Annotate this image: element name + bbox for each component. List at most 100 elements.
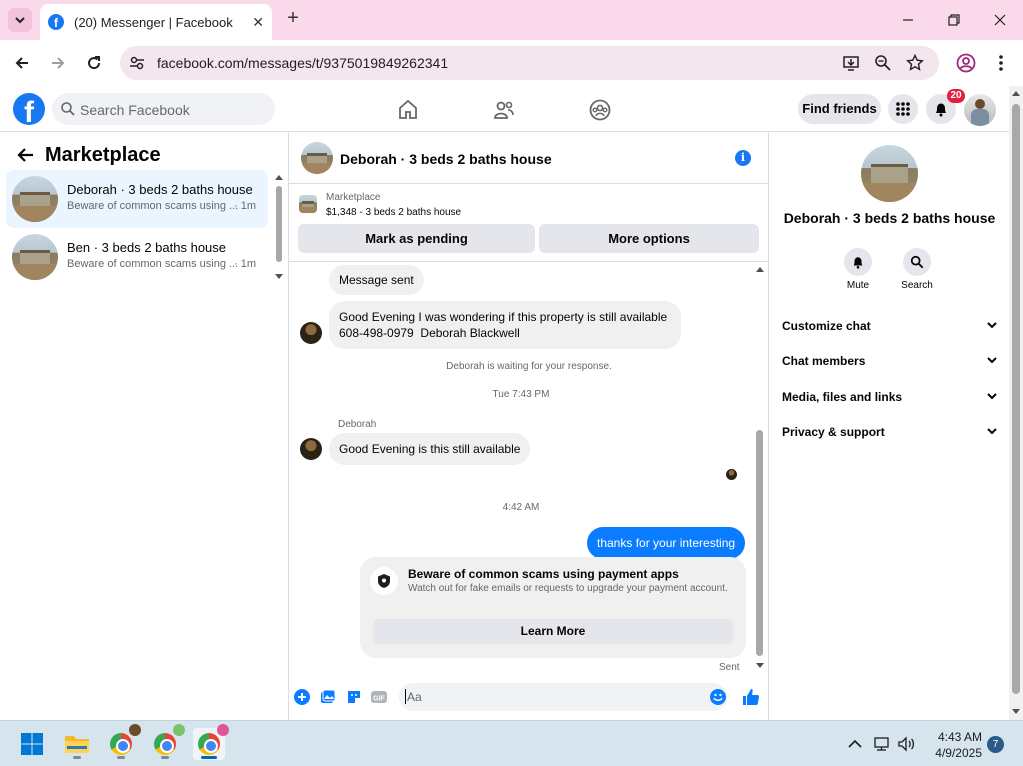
friends-icon[interactable] (492, 98, 516, 122)
mute-button[interactable]: Mute (838, 248, 878, 291)
file-explorer-button[interactable] (61, 728, 93, 760)
scam-warning-title: Beware of common scams using payment app… (408, 567, 679, 581)
chrome-profile-2-button[interactable] (149, 724, 185, 760)
learn-more-button[interactable]: Learn More (373, 619, 733, 644)
chevron-up-icon[interactable] (845, 734, 865, 754)
notification-center-badge[interactable]: 7 (987, 736, 1004, 753)
message-bubble[interactable]: Message sent (329, 265, 424, 295)
install-app-icon[interactable] (842, 54, 860, 72)
scroll-up-icon[interactable] (1012, 90, 1020, 96)
media-files-links-row[interactable]: Media, files and links (782, 384, 998, 410)
restore-button[interactable] (944, 10, 964, 30)
svg-text:GIF: GIF (373, 696, 385, 703)
forward-button[interactable] (47, 52, 69, 74)
site-settings-icon[interactable] (128, 54, 146, 72)
profile-badge (129, 724, 141, 736)
chat-title[interactable]: Deborah · 3 beds 2 baths house (340, 151, 552, 167)
chat-members-row[interactable]: Chat members (782, 348, 998, 374)
arrow-left-icon (15, 57, 28, 69)
message-bubble[interactable]: Good Evening is this still available (329, 433, 531, 465)
profile-icon[interactable] (956, 53, 976, 73)
conversation-list-scrollbar[interactable] (274, 174, 284, 280)
account-avatar[interactable] (964, 94, 996, 126)
tab-title: (20) Messenger | Facebook (74, 14, 233, 30)
scroll-up-icon[interactable] (275, 174, 283, 180)
privacy-support-row[interactable]: Privacy & support (782, 419, 998, 445)
photo-icon[interactable] (319, 688, 337, 706)
page-scrollbar[interactable] (1009, 86, 1023, 720)
search-conversation-button[interactable]: Search (897, 248, 937, 291)
menu-button[interactable] (888, 94, 918, 124)
chevron-down-icon (987, 428, 997, 435)
scroll-up-icon[interactable] (756, 266, 764, 272)
listing-description[interactable]: $1,348 - 3 beds 2 baths house (326, 207, 461, 218)
message-bubble-outgoing[interactable]: thanks for your interesting (587, 527, 746, 559)
browser-toolbar: facebook.com/messages/t/9375019849262341 (0, 40, 1023, 86)
conversation-item[interactable]: Deborah · 3 beds 2 baths house Beware of… (6, 170, 268, 228)
conversation-item[interactable]: Ben · 3 beds 2 baths house Beware of com… (6, 228, 268, 286)
emoji-icon[interactable] (710, 689, 726, 705)
message-scrollbar[interactable] (755, 266, 765, 670)
minimize-button[interactable] (898, 10, 918, 30)
sender-avatar[interactable] (300, 438, 322, 460)
minimize-icon (903, 19, 913, 21)
facebook-logo-icon[interactable]: f (13, 93, 45, 125)
info-icon[interactable]: i (735, 150, 751, 166)
message-thread: Message sent Good Evening I was wonderin… (289, 262, 769, 672)
chat-profile-photo[interactable] (861, 145, 918, 202)
chat-avatar[interactable] (301, 142, 333, 174)
back-button[interactable] (11, 52, 33, 74)
scroll-down-icon[interactable] (756, 663, 764, 669)
page-scroll-thumb[interactable] (1012, 104, 1020, 694)
browser-tab[interactable]: f (20) Messenger | Facebook ✕ (40, 4, 272, 40)
scroll-down-icon[interactable] (275, 274, 283, 280)
chrome-icon (110, 733, 132, 755)
thumbs-up-icon[interactable] (741, 687, 761, 707)
details-title: Deborah · 3 beds 2 baths house (783, 210, 996, 226)
sticker-icon[interactable] (345, 688, 363, 706)
message-scroll-thumb[interactable] (756, 430, 763, 656)
message-input[interactable]: Aa (399, 683, 727, 711)
chat-header: Deborah · 3 beds 2 baths house i (289, 132, 769, 184)
section-label: Chat members (782, 354, 866, 368)
close-window-button[interactable] (990, 10, 1010, 30)
scroll-down-icon[interactable] (1012, 709, 1020, 715)
address-bar[interactable]: facebook.com/messages/t/9375019849262341 (120, 46, 939, 80)
reload-button[interactable] (83, 52, 105, 74)
panel-title: Marketplace (45, 144, 161, 166)
network-icon[interactable] (872, 734, 892, 754)
clock-date[interactable]: 4/9/2025 (925, 746, 982, 760)
tab-search-button[interactable] (8, 8, 32, 32)
clock-time[interactable]: 4:43 AM (930, 730, 982, 744)
home-icon[interactable] (396, 98, 420, 122)
zoom-icon[interactable] (874, 54, 892, 72)
plus-circle-icon[interactable] (293, 688, 311, 706)
mark-as-pending-button[interactable]: Mark as pending (298, 224, 535, 253)
more-vertical-icon[interactable] (996, 53, 1006, 73)
tab-close-icon[interactable]: ✕ (252, 14, 264, 31)
more-options-button[interactable]: More options (539, 224, 759, 253)
restore-icon (948, 14, 960, 26)
sent-status: Sent (719, 662, 740, 672)
new-tab-button[interactable]: + (282, 8, 304, 30)
conversation-list-panel: Marketplace Deborah · 3 beds 2 baths hou… (0, 132, 289, 720)
chevron-down-icon (987, 322, 997, 329)
facebook-search-input[interactable]: Search Facebook (52, 93, 275, 125)
conversation-scroll-thumb[interactable] (276, 186, 282, 262)
listing-thumbnail[interactable] (299, 195, 317, 213)
groups-icon[interactable] (588, 98, 612, 122)
chrome-profile-1-button[interactable] (105, 724, 141, 760)
bookmark-star-icon[interactable] (906, 54, 924, 72)
arrow-left-icon[interactable] (16, 145, 36, 165)
start-button[interactable] (16, 728, 48, 760)
sender-avatar[interactable] (300, 322, 322, 344)
volume-icon[interactable] (897, 734, 917, 754)
customize-chat-row[interactable]: Customize chat (782, 313, 998, 339)
facebook-header: f Search Facebook Find friends 20 (0, 86, 1009, 132)
find-friends-button[interactable]: Find friends (798, 94, 881, 124)
gif-icon[interactable]: GIF (370, 688, 388, 706)
chrome-profile-3-button[interactable] (193, 724, 229, 760)
message-bubble[interactable]: Good Evening I was wondering if this pro… (329, 301, 681, 349)
sender-name: Deborah (338, 419, 377, 430)
url-text[interactable]: facebook.com/messages/t/9375019849262341 (157, 55, 448, 71)
